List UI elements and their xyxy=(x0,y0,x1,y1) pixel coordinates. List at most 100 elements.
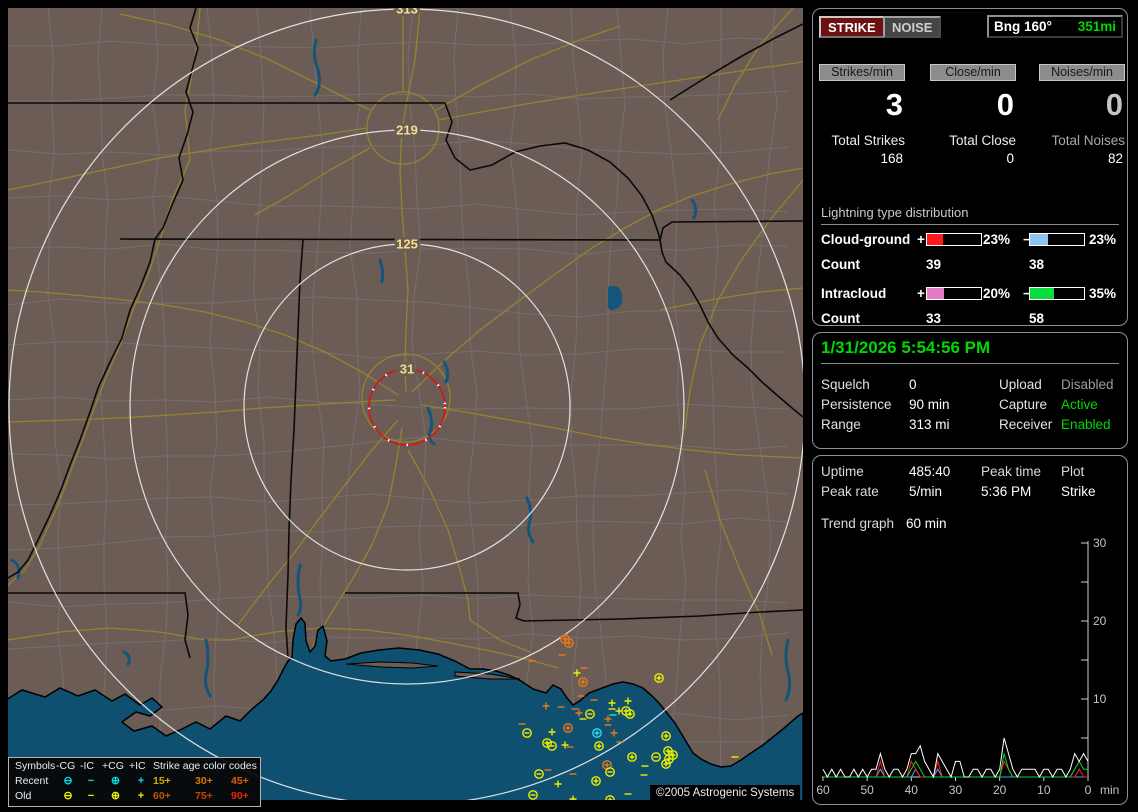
app-window: 313 219 125 31 Symbols -CG -IC +CG +IC Strike ag… xyxy=(0,0,1138,812)
range-ring-label: 31 xyxy=(400,362,414,377)
plus-sign: + xyxy=(917,232,925,247)
ic-positive-count: 33 xyxy=(926,311,942,326)
legend-age-value: 90+ xyxy=(231,790,249,802)
plot-label: Plot xyxy=(1061,464,1085,479)
intracloud-label: Intracloud xyxy=(821,286,887,301)
peak-time-value: 5:36 PM xyxy=(981,484,1032,499)
map-canvas: 313 219 125 31 xyxy=(8,8,803,800)
peak-time-label: Peak time xyxy=(981,464,1042,479)
pos-cg-icon: ⊕ xyxy=(110,775,121,787)
ic-positive-bar xyxy=(926,287,982,300)
close-counter: Close/min 0 Total Close 0 xyxy=(930,64,1016,166)
range-ring-label: 125 xyxy=(396,237,418,252)
upload-label: Upload xyxy=(999,377,1042,392)
bearing-label: Bng 160° xyxy=(994,19,1052,34)
range-label: Range xyxy=(821,417,861,432)
range-value: 313 mi xyxy=(909,417,950,432)
status-panel: 1/31/2026 5:54:56 PM Squelch 0 Upload Di… xyxy=(812,332,1128,449)
pos-cg-icon: ⊕ xyxy=(110,790,121,802)
x-tick-label: 30 xyxy=(949,783,963,797)
x-tick-label: 60 xyxy=(817,783,830,797)
cg-negative-bar xyxy=(1029,233,1085,246)
peak-rate-value: 5/min xyxy=(909,484,943,499)
status-row: Persistence 90 min Capture Active xyxy=(821,397,1119,413)
x-tick-label: 10 xyxy=(1037,783,1051,797)
bearing-value: 351mi xyxy=(1077,19,1116,34)
legend-type-header: +IC xyxy=(129,760,146,772)
cg-negative-bar-fill xyxy=(1030,234,1049,245)
cg-negative-count: 38 xyxy=(1029,257,1045,272)
capture-status: Active xyxy=(1061,397,1098,412)
bearing-readout: Bng 160° 351mi xyxy=(987,15,1123,38)
sidebar: STRIKE NOISE Bng 160° 351mi Strikes/min … xyxy=(810,0,1138,812)
total-strikes-label: Total Strikes xyxy=(831,133,905,148)
plus-sign: + xyxy=(917,286,925,301)
legend-age-value: 75+ xyxy=(195,790,213,802)
cloud-ground-label: Cloud-ground xyxy=(821,232,911,247)
total-close-value: 0 xyxy=(1006,151,1014,166)
x-axis-unit: min xyxy=(1100,783,1119,797)
range-ring-label: 313 xyxy=(396,8,418,17)
cg-positive-bar-fill xyxy=(927,234,944,245)
noise-toggle-button[interactable]: NOISE xyxy=(883,16,942,38)
peak-rate-label: Peak rate xyxy=(821,484,879,499)
status-row: Squelch 0 Upload Disabled xyxy=(821,377,1119,393)
squelch-label: Squelch xyxy=(821,377,870,392)
datetime-display: 1/31/2026 5:54:56 PM xyxy=(821,338,1119,364)
capture-label: Capture xyxy=(999,397,1048,412)
upload-status: Disabled xyxy=(1061,377,1114,392)
legend-age-value: 30+ xyxy=(195,775,213,787)
trend-graph-row: Trend graph 60 min xyxy=(821,516,1119,532)
cg-negative-pct: 23% xyxy=(1089,232,1117,247)
x-tick-label: 40 xyxy=(905,783,919,797)
noises-counter: Noises/min 0 Total Noises 82 xyxy=(1039,64,1125,166)
neg-cg-icon: ⊖ xyxy=(63,790,73,802)
cloud-ground-count-row: Count 39 38 xyxy=(821,257,1123,272)
x-tick-label: 50 xyxy=(860,783,874,797)
stats-panel: STRIKE NOISE Bng 160° 351mi Strikes/min … xyxy=(812,8,1128,326)
legend-type-header: -CG xyxy=(56,760,76,772)
count-label: Count xyxy=(821,257,860,272)
trend-values-row: Peak rate 5/min 5:36 PM Strike xyxy=(821,484,1119,500)
neg-ic-icon: − xyxy=(87,790,95,802)
cg-positive-count: 39 xyxy=(926,257,942,272)
receiver-status: Enabled xyxy=(1061,417,1111,432)
legend-age-value: 15+ xyxy=(153,775,171,787)
ic-negative-bar xyxy=(1029,287,1085,300)
legend-row-label: Old xyxy=(15,790,32,802)
legend-symbols-header: Symbols xyxy=(15,760,56,772)
cloud-ground-row: Cloud-ground + 23% − 23% xyxy=(821,232,1123,247)
y-tick-label: 10 xyxy=(1093,692,1107,706)
neg-cg-icon: ⊖ xyxy=(63,775,73,787)
legend-age-value: 60+ xyxy=(153,790,171,802)
pos-ic-icon: + xyxy=(137,775,145,787)
ic-positive-bar-fill xyxy=(927,288,944,299)
noises-per-min-label: Noises/min xyxy=(1039,64,1125,81)
legend-row-label: Recent xyxy=(15,775,49,787)
radar-map[interactable]: 313 219 125 31 Symbols -CG -IC +CG +IC Strike ag… xyxy=(8,8,803,807)
trend-panel: Uptime 485:40 Peak time Plot Peak rate 5… xyxy=(812,455,1128,805)
strike-toggle-button[interactable]: STRIKE xyxy=(819,16,885,38)
total-noises-value: 82 xyxy=(1107,151,1123,166)
total-strikes-value: 168 xyxy=(880,151,903,166)
ic-negative-count: 58 xyxy=(1029,311,1045,326)
persistence-label: Persistence xyxy=(821,397,892,412)
trend-graph-label: Trend graph xyxy=(821,516,895,531)
legend-age-header: Strike age color codes xyxy=(153,760,257,772)
total-noises-label: Total Noises xyxy=(1051,133,1125,148)
ic-negative-pct: 35% xyxy=(1089,286,1117,301)
ic-negative-bar-fill xyxy=(1030,288,1055,299)
map-legend: Symbols -CG -IC +CG +IC Strike age color code… xyxy=(8,757,261,807)
close-per-min-label: Close/min xyxy=(930,64,1016,81)
pos-ic-icon: + xyxy=(137,790,145,802)
receiver-label: Receiver xyxy=(999,417,1053,432)
noises-per-min-value: 0 xyxy=(1105,87,1123,122)
copyright-label: ©2005 Astrogenic Systems xyxy=(650,785,801,801)
strikes-per-min-label: Strikes/min xyxy=(819,64,905,81)
trend-window-value: 60 min xyxy=(906,516,947,531)
legend-age-value: 45+ xyxy=(231,775,249,787)
close-per-min-value: 0 xyxy=(996,87,1014,122)
x-tick-label: 20 xyxy=(993,783,1007,797)
legend-grid: Symbols -CG -IC +CG +IC Strike age color code… xyxy=(9,758,260,804)
range-ring-label: 219 xyxy=(396,123,418,138)
